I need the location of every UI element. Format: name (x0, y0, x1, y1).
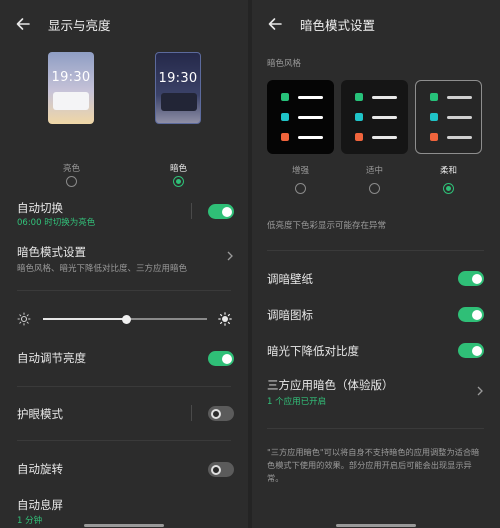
auto-rotate-label: 自动旋转 (17, 462, 63, 476)
auto-rotate-toggle[interactable] (208, 462, 234, 477)
auto-brightness-toggle[interactable] (208, 351, 234, 366)
preview-card (53, 92, 89, 110)
style-label-enhanced: 增强 (292, 166, 310, 176)
brightness-slider-thumb[interactable] (122, 314, 132, 324)
back-arrow-icon[interactable] (266, 15, 284, 33)
page-title: 暗色模式设置 (300, 17, 376, 33)
eye-protection-toggle[interactable] (208, 406, 234, 421)
preview-time: 19:30 (158, 71, 198, 86)
auto-brightness-label: 自动调节亮度 (17, 351, 86, 365)
style-radio-soft[interactable] (443, 183, 454, 194)
footnote-line-2: 色模式下使用的效果。部分应用开启后可能会出现显示异 (267, 460, 472, 470)
home-indicator[interactable] (336, 524, 416, 527)
dark-label: 暗色 (170, 164, 188, 174)
dim-wallpaper-toggle[interactable] (458, 271, 484, 286)
preview-card (161, 93, 197, 111)
dim-icons-toggle[interactable] (458, 307, 484, 322)
low-brightness-notice: 低亮度下色彩显示可能存在异常 (267, 221, 387, 231)
style-label-soft: 柔和 (440, 166, 458, 176)
dark-radio[interactable] (173, 176, 184, 187)
auto-lock-subtitle: 1 分钟 (17, 516, 43, 526)
auto-switch-title: 自动切换 (17, 201, 63, 215)
home-indicator[interactable] (84, 524, 164, 527)
display-brightness-panel: 显示与亮度 19:30 19:30 亮色 暗色 自动切换 06:00 时切换为亮… (0, 0, 248, 528)
dark-theme-preview[interactable]: 19:30 (155, 52, 201, 124)
section-divider (17, 386, 231, 387)
style-card-soft[interactable] (415, 80, 482, 154)
section-divider (17, 290, 231, 291)
section-divider (17, 440, 231, 441)
auto-lock-title[interactable]: 自动息屏 (17, 497, 63, 513)
page-title: 显示与亮度 (48, 17, 111, 33)
third-party-dark-title[interactable]: 三方应用暗色（体验版） (267, 377, 394, 393)
header: 暗色模式设置 (266, 12, 375, 36)
footnote-line-3: 常。 (267, 473, 284, 483)
style-label-moderate: 适中 (366, 166, 384, 176)
low-contrast-label: 暗光下降低对比度 (267, 344, 359, 358)
brightness-slider[interactable] (43, 314, 207, 324)
low-contrast-toggle[interactable] (458, 343, 484, 358)
section-divider (267, 250, 484, 251)
dark-mode-settings-panel: 暗色模式设置 暗色风格 增强 适中 柔和 低亮度下色彩显示可能存在异常 调暗壁纸… (252, 0, 500, 528)
chevron-right-icon[interactable] (476, 386, 484, 396)
section-label: 暗色风格 (267, 59, 302, 69)
brightness-slider-fill (43, 318, 127, 320)
dim-wallpaper-label: 调暗壁纸 (267, 272, 313, 286)
chevron-right-icon[interactable] (226, 251, 234, 261)
row-separator (191, 405, 192, 421)
header: 显示与亮度 (14, 12, 111, 36)
preview-time: 19:30 (51, 70, 91, 85)
row-separator (191, 203, 192, 219)
light-label: 亮色 (63, 164, 81, 174)
auto-switch-subtitle: 06:00 时切换为亮色 (17, 218, 96, 228)
eye-protection-label: 护眼模式 (17, 407, 63, 421)
dim-icons-label: 调暗图标 (267, 308, 313, 322)
light-theme-preview[interactable]: 19:30 (48, 52, 94, 124)
style-radio-moderate[interactable] (369, 183, 380, 194)
footnote-line-1: "三方应用暗色"可以将自身不支持暗色的应用调整为适合暗 (267, 447, 480, 457)
style-radio-enhanced[interactable] (295, 183, 306, 194)
dark-settings-title[interactable]: 暗色模式设置 (17, 244, 86, 260)
brightness-high-icon (218, 312, 232, 326)
third-party-dark-subtitle: 1 个应用已开启 (267, 397, 327, 407)
light-radio[interactable] (66, 176, 77, 187)
section-divider (267, 428, 484, 429)
brightness-low-icon (17, 312, 31, 326)
auto-switch-toggle[interactable] (208, 204, 234, 219)
back-arrow-icon[interactable] (14, 15, 32, 33)
dark-settings-subtitle: 暗色风格、暗光下降低对比度、三方应用暗色 (17, 264, 188, 274)
style-card-moderate[interactable] (341, 80, 408, 154)
style-card-enhanced[interactable] (267, 80, 334, 154)
